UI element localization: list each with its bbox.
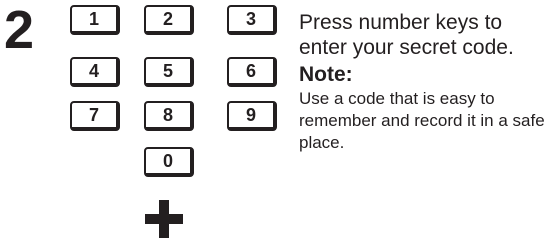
key-8[interactable]: 8	[144, 101, 194, 131]
keypad: 1 2 3 4 5 6 7 8 9 0	[62, 0, 282, 246]
key-2[interactable]: 2	[144, 5, 194, 35]
instructions: Press number keys to enter your secret c…	[299, 10, 549, 154]
note-heading: Note:	[299, 63, 353, 86]
key-3[interactable]: 3	[227, 5, 277, 35]
key-9[interactable]: 9	[227, 101, 277, 131]
instruction-text: Press number keys to enter your secret c…	[299, 11, 514, 59]
plus-icon	[145, 200, 183, 238]
key-7[interactable]: 7	[70, 101, 120, 131]
key-4[interactable]: 4	[70, 57, 120, 87]
step-number: 2	[4, 0, 35, 60]
key-0[interactable]: 0	[144, 147, 194, 177]
note-text: Use a code that is easy to remember and …	[299, 89, 545, 152]
key-5[interactable]: 5	[144, 57, 194, 87]
key-1[interactable]: 1	[70, 5, 120, 35]
key-6[interactable]: 6	[227, 57, 277, 87]
